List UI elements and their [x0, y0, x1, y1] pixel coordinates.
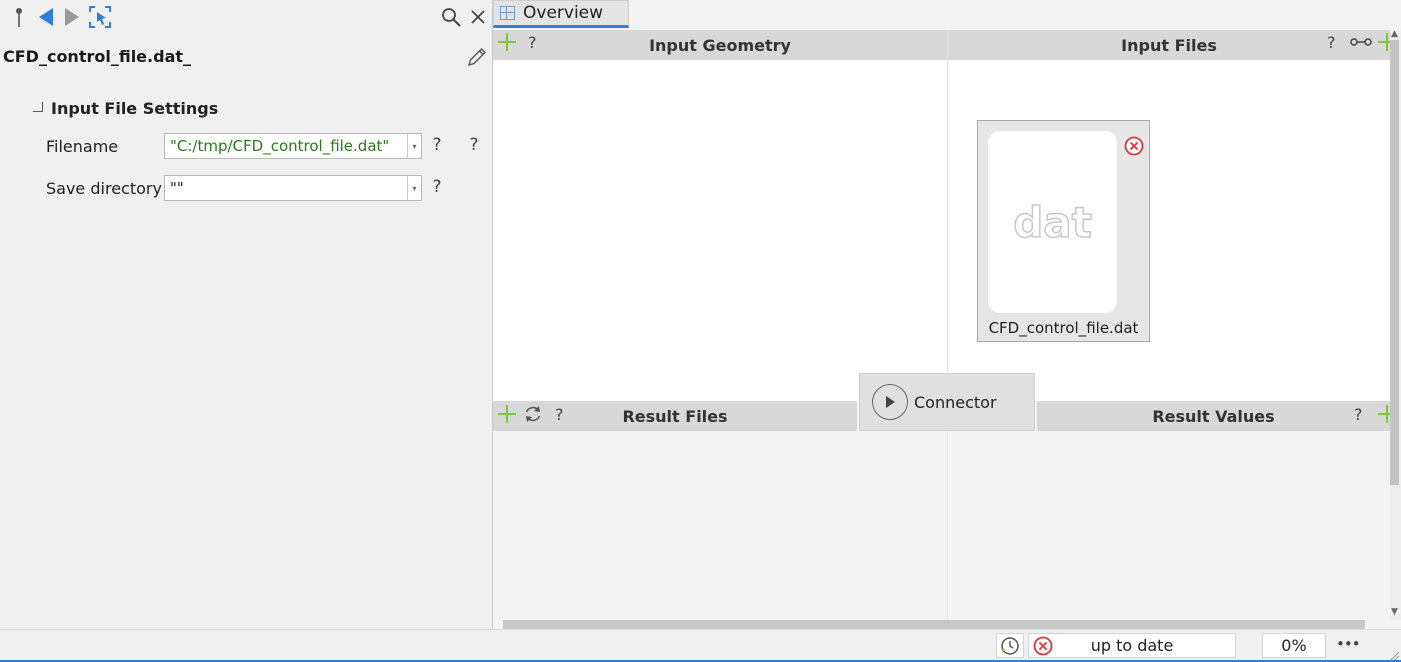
add-result-file-icon[interactable] — [498, 405, 516, 423]
result-values-help-icon[interactable]: ? — [1354, 405, 1363, 424]
inspector-panel: CFD_control_file.dat_ Input File Setting… — [0, 0, 493, 629]
edit-pencil-icon[interactable] — [466, 46, 488, 68]
input-geometry-title: Input Geometry — [649, 35, 791, 55]
scroll-down-icon[interactable]: ▼ — [1391, 607, 1398, 617]
save-directory-value[interactable]: "" — [165, 179, 407, 197]
results-area[interactable] — [493, 431, 1390, 620]
forward-arrow-icon[interactable] — [62, 5, 82, 29]
search-icon[interactable] — [440, 5, 462, 29]
more-options-icon[interactable]: ••• — [1336, 635, 1361, 653]
vertical-scroll-thumb[interactable] — [1390, 40, 1399, 485]
save-directory-help-icon[interactable]: ? — [429, 177, 445, 197]
status-bar: up to date 0% ••• — [0, 629, 1401, 662]
filename-label: Filename — [46, 137, 119, 156]
result-files-header: Result Files — [493, 401, 857, 431]
refresh-icon[interactable] — [523, 404, 543, 428]
input-geometry-area[interactable] — [493, 60, 947, 401]
tab-overview[interactable]: Overview — [493, 0, 629, 28]
status-text: up to date — [1090, 636, 1174, 655]
play-icon[interactable] — [872, 384, 908, 420]
filename-field[interactable]: "C:/tmp/CFD_control_file.dat" ▾ — [164, 133, 422, 159]
collapse-icon[interactable] — [33, 101, 43, 112]
overview-workspace: Overview Input Geometry ? Input Files ? … — [493, 0, 1401, 629]
filename-value[interactable]: "C:/tmp/CFD_control_file.dat" — [165, 137, 407, 155]
input-geometry-header: Input Geometry — [493, 30, 947, 60]
result-values-header: Result Values — [1037, 401, 1390, 431]
column-divider — [947, 30, 948, 620]
result-files-help-icon[interactable]: ? — [555, 405, 564, 424]
link-icon[interactable] — [1350, 35, 1372, 53]
grid-icon — [500, 6, 515, 20]
connector-node[interactable]: Connector — [859, 373, 1035, 431]
input-files-title: Input Files — [1121, 35, 1217, 55]
file-title: CFD_control_file.dat_ — [3, 47, 192, 66]
filename-help-icon[interactable]: ? — [429, 135, 445, 155]
filename-help-icon-2[interactable]: ? — [466, 135, 482, 155]
history-icon[interactable] — [996, 633, 1024, 658]
section-input-file-settings[interactable]: Input File Settings — [33, 99, 218, 118]
dropdown-arrow-icon[interactable]: ▾ — [407, 176, 421, 200]
file-type-label: dat — [1012, 197, 1092, 248]
error-icon[interactable] — [1033, 636, 1053, 660]
input-file-card[interactable]: dat CFD_control_file.dat — [977, 120, 1150, 342]
remove-file-icon[interactable] — [1124, 136, 1144, 156]
progress-indicator: 0% — [1262, 633, 1326, 658]
pin-icon[interactable] — [10, 5, 28, 29]
horizontal-scroll-thumb[interactable] — [503, 620, 1365, 629]
section-title: Input File Settings — [51, 99, 219, 118]
close-icon[interactable] — [468, 5, 488, 29]
add-geometry-icon[interactable] — [498, 33, 516, 51]
dat-file-icon: dat — [988, 131, 1117, 313]
back-arrow-icon[interactable] — [36, 5, 56, 29]
save-directory-label: Save directory — [46, 179, 162, 198]
file-card-name: CFD_control_file.dat — [988, 319, 1139, 337]
dropdown-arrow-icon[interactable]: ▾ — [407, 134, 421, 158]
select-element-icon[interactable] — [88, 5, 112, 29]
input-geometry-help-icon[interactable]: ? — [528, 33, 537, 52]
result-files-title: Result Files — [622, 406, 728, 426]
input-files-help-icon[interactable]: ? — [1327, 33, 1336, 52]
input-files-header: Input Files — [948, 30, 1390, 60]
status-box: up to date — [1028, 633, 1236, 658]
scroll-up-icon[interactable]: ▲ — [1391, 29, 1398, 39]
save-directory-field[interactable]: "" ▾ — [164, 175, 422, 201]
connector-label: Connector — [914, 392, 997, 412]
progress-text: 0% — [1281, 636, 1307, 655]
result-values-title: Result Values — [1152, 406, 1275, 426]
tab-overview-label: Overview — [523, 3, 604, 23]
